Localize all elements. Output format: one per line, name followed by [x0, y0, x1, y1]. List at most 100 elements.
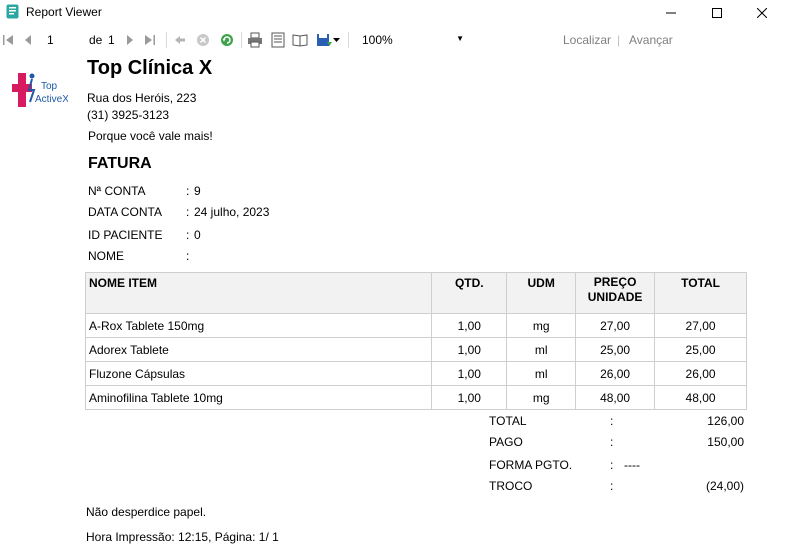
clinic-name: Top Clínica X — [87, 57, 213, 79]
summary-label: TOTAL — [489, 414, 527, 428]
refresh-button[interactable] — [219, 32, 235, 48]
info-label: Nª CONTA — [88, 184, 146, 198]
page-of-label: de — [89, 33, 103, 47]
print-button[interactable] — [247, 32, 263, 48]
refresh-icon — [221, 34, 233, 46]
title-bar: Report Viewer — [0, 0, 785, 25]
zoom-select[interactable]: 100% ▼ — [358, 31, 468, 49]
table-cell: 48,00 — [654, 385, 747, 410]
table-cell: 1,00 — [431, 361, 508, 386]
table-header-row: NOME ITEM QTD. UDM PREÇO UNIDADE TOTAL — [84, 272, 747, 314]
info-label: ID PACIENTE — [88, 228, 163, 242]
table-cell: mg — [506, 385, 577, 410]
maximize-button[interactable] — [694, 0, 740, 25]
table-cell: 48,00 — [575, 385, 656, 410]
last-page-icon — [145, 35, 155, 45]
back-button[interactable] — [172, 32, 188, 48]
chevron-down-icon — [332, 37, 340, 42]
stop-icon — [197, 34, 209, 46]
close-icon — [757, 7, 767, 18]
summary-total: 126,00 — [707, 414, 744, 428]
export-button[interactable] — [316, 32, 332, 48]
table-row: Adorex Tablete 1,00 ml 25,00 25,00 — [84, 337, 747, 362]
find-link[interactable]: Localizar — [563, 33, 611, 47]
summary-paid: 150,00 — [707, 435, 744, 449]
page-layout-icon — [271, 32, 285, 48]
first-page-button[interactable] — [0, 32, 16, 48]
table-cell: 1,00 — [431, 385, 508, 410]
print-info: Hora Impressão: 12:15, Página: 1/ 1 — [86, 530, 279, 544]
total-pages: 1 — [108, 33, 115, 47]
svg-text:Top: Top — [41, 81, 58, 92]
table-cell: 25,00 — [654, 337, 747, 362]
table-cell: mg — [506, 313, 577, 338]
report-toolbar: 1 de 1 100% ▼ Localizar | Avançar — [0, 28, 785, 52]
table-row: Fluzone Cápsulas 1,00 ml 26,00 26,00 — [84, 361, 747, 386]
summary-sep: : — [610, 414, 614, 428]
column-header: NOME ITEM — [84, 272, 433, 314]
first-page-icon — [3, 35, 13, 45]
maximize-icon — [712, 7, 722, 18]
info-sep: : — [186, 184, 190, 198]
table-cell: 26,00 — [575, 361, 656, 386]
summary-payment-method: ---- — [624, 458, 640, 472]
clinic-slogan: Porque você vale mais! — [88, 129, 213, 143]
clinic-phone: (31) 3925-3123 — [87, 108, 170, 122]
next-page-button[interactable] — [122, 32, 138, 48]
account-date: 24 julho, 2023 — [194, 205, 270, 219]
info-sep: : — [186, 228, 190, 242]
column-header: PREÇO UNIDADE — [575, 272, 656, 314]
clinic-address: Rua dos Heróis, 223 — [87, 91, 197, 105]
table-cell: ml — [506, 337, 577, 362]
column-header: UDM — [506, 272, 577, 314]
column-header: QTD. — [431, 272, 508, 314]
patient-id: 0 — [194, 228, 201, 242]
find-next-link[interactable]: Avançar — [629, 33, 673, 47]
print-layout-button[interactable] — [270, 32, 286, 48]
footer-note: Não desperdice papel. — [86, 505, 207, 519]
minimize-icon — [666, 12, 676, 13]
table-cell: Aminofilina Tablete 10mg — [84, 385, 433, 410]
current-page-input[interactable]: 1 — [47, 33, 54, 47]
summary-change: (24,00) — [705, 479, 744, 493]
export-dropdown[interactable] — [331, 32, 341, 48]
table-cell: A-Rox Tablete 150mg — [84, 313, 433, 338]
summary-label: TROCO — [489, 479, 533, 493]
close-button[interactable] — [739, 0, 785, 25]
minimize-button[interactable] — [648, 0, 694, 25]
info-label: DATA CONTA — [88, 205, 163, 219]
stop-button[interactable] — [195, 32, 211, 48]
column-header: TOTAL — [654, 272, 747, 314]
table-cell: 1,00 — [431, 337, 508, 362]
table-cell: 27,00 — [654, 313, 747, 338]
account-number: 9 — [194, 184, 201, 198]
table-cell: 26,00 — [654, 361, 747, 386]
summary-label: PAGO — [489, 435, 523, 449]
summary-sep: : — [610, 435, 614, 449]
table-cell: 27,00 — [575, 313, 656, 338]
next-page-icon — [127, 35, 133, 45]
previous-page-button[interactable] — [20, 32, 36, 48]
items-table: NOME ITEM QTD. UDM PREÇO UNIDADE TOTAL A… — [84, 272, 747, 410]
summary-sep: : — [610, 458, 614, 472]
last-page-button[interactable] — [142, 32, 158, 48]
window-title: Report Viewer — [26, 5, 102, 19]
report-app-icon — [6, 4, 19, 19]
table-cell: 25,00 — [575, 337, 656, 362]
zoom-value: 100% — [362, 33, 393, 47]
info-label: NOME — [88, 249, 124, 263]
find-input[interactable] — [478, 31, 552, 49]
table-cell: Fluzone Cápsulas — [84, 361, 433, 386]
print-icon — [248, 32, 262, 48]
summary-sep: : — [610, 479, 614, 493]
previous-page-icon — [25, 35, 31, 45]
save-icon — [317, 34, 332, 46]
table-row: A-Rox Tablete 150mg 1,00 mg 27,00 27,00 — [84, 313, 747, 338]
info-sep: : — [186, 249, 190, 263]
table-cell: 1,00 — [431, 313, 508, 338]
info-sep: : — [186, 205, 190, 219]
svg-text:ActiveX: ActiveX — [35, 94, 68, 105]
clinic-logo: Top ActiveX — [12, 73, 68, 107]
page-setup-button[interactable] — [292, 32, 308, 48]
table-cell: ml — [506, 361, 577, 386]
